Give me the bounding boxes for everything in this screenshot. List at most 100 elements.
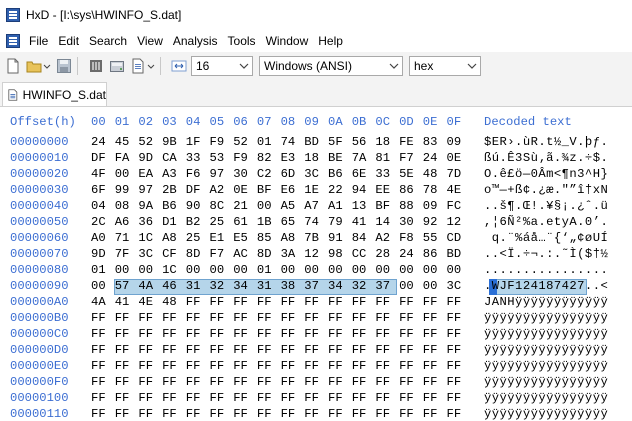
- decoded-text-row[interactable]: o™—+ß¢.¿æ."”î†xN: [484, 183, 608, 197]
- hex-byte[interactable]: FF: [328, 359, 348, 373]
- hex-byte[interactable]: 46: [162, 279, 182, 293]
- hex-byte[interactable]: 3C: [138, 247, 158, 261]
- hex-byte[interactable]: FF: [423, 327, 443, 341]
- hex-byte[interactable]: FF: [186, 391, 206, 405]
- decoded-text-row[interactable]: ÿÿÿÿÿÿÿÿÿÿÿÿÿÿÿÿ: [484, 327, 608, 341]
- hex-byte[interactable]: 00: [423, 279, 443, 293]
- hex-byte[interactable]: 36: [138, 215, 158, 229]
- hex-byte[interactable]: 4A: [91, 295, 111, 309]
- hex-byte[interactable]: 01: [257, 135, 277, 149]
- hex-byte[interactable]: 04: [91, 199, 111, 213]
- hex-byte[interactable]: FF: [257, 311, 277, 325]
- hex-byte[interactable]: 9A: [138, 199, 158, 213]
- decoded-text-row[interactable]: ÿÿÿÿÿÿÿÿÿÿÿÿÿÿÿÿ: [484, 391, 608, 405]
- decoded-text-row[interactable]: ,¦6Ñ²%a.etyA.0’.: [484, 215, 608, 229]
- hex-byte[interactable]: 9B: [162, 135, 182, 149]
- hex-byte[interactable]: 0E: [447, 151, 467, 165]
- hex-byte[interactable]: FF: [447, 391, 467, 405]
- hex-byte[interactable]: FF: [447, 407, 467, 421]
- hex-byte[interactable]: 32: [210, 279, 230, 293]
- charset-select[interactable]: Windows (ANSI): [259, 56, 403, 76]
- hex-byte[interactable]: 7F: [115, 247, 135, 261]
- ram-icon[interactable]: [88, 58, 104, 74]
- hex-byte[interactable]: D1: [162, 215, 182, 229]
- decoded-text-row[interactable]: ÿÿÿÿÿÿÿÿÿÿÿÿÿÿÿÿ: [484, 311, 608, 325]
- hex-byte[interactable]: FF: [423, 343, 443, 357]
- hex-byte[interactable]: FF: [423, 295, 443, 309]
- hex-byte[interactable]: 5F: [328, 135, 348, 149]
- hex-byte[interactable]: 13: [352, 199, 372, 213]
- hex-byte[interactable]: 56: [352, 135, 372, 149]
- hex-byte[interactable]: FF: [138, 391, 158, 405]
- hex-byte[interactable]: 45: [115, 135, 135, 149]
- hex-byte[interactable]: FF: [375, 375, 395, 389]
- hex-byte[interactable]: 48: [162, 295, 182, 309]
- hex-byte[interactable]: FF: [115, 391, 135, 405]
- menu-tools[interactable]: Tools: [223, 30, 261, 52]
- hex-byte[interactable]: FF: [91, 327, 111, 341]
- hex-byte[interactable]: 74: [281, 135, 301, 149]
- hex-byte[interactable]: FF: [186, 295, 206, 309]
- hex-byte[interactable]: 0E: [233, 183, 253, 197]
- hex-byte[interactable]: F7: [399, 151, 419, 165]
- hex-byte[interactable]: 00: [375, 263, 395, 277]
- hex-byte[interactable]: FF: [375, 407, 395, 421]
- hex-byte[interactable]: FF: [375, 391, 395, 405]
- hex-byte[interactable]: CA: [162, 151, 182, 165]
- menu-search[interactable]: Search: [84, 30, 132, 52]
- hex-byte[interactable]: 4E: [447, 183, 467, 197]
- hex-byte[interactable]: 41: [115, 295, 135, 309]
- hex-byte[interactable]: 2B: [162, 183, 182, 197]
- hex-byte[interactable]: FF: [210, 311, 230, 325]
- hex-byte[interactable]: 99: [115, 183, 135, 197]
- hex-byte[interactable]: 00: [399, 279, 419, 293]
- hex-byte[interactable]: FF: [233, 295, 253, 309]
- hex-byte[interactable]: FF: [447, 359, 467, 373]
- hex-byte[interactable]: FF: [91, 407, 111, 421]
- hex-byte[interactable]: FF: [138, 343, 158, 357]
- hex-byte[interactable]: 85: [257, 231, 277, 245]
- hex-byte[interactable]: FF: [352, 343, 372, 357]
- hex-byte[interactable]: FF: [328, 311, 348, 325]
- hex-byte[interactable]: FF: [352, 295, 372, 309]
- hex-byte[interactable]: FF: [257, 295, 277, 309]
- hex-byte[interactable]: AC: [233, 247, 253, 261]
- hex-byte[interactable]: F9: [210, 135, 230, 149]
- decoded-text-row[interactable]: ................: [484, 263, 608, 277]
- hex-byte[interactable]: FF: [186, 343, 206, 357]
- hex-byte[interactable]: FF: [233, 327, 253, 341]
- hex-byte[interactable]: 08: [115, 199, 135, 213]
- hex-byte[interactable]: BF: [257, 183, 277, 197]
- hex-byte[interactable]: 37: [304, 279, 324, 293]
- hex-byte[interactable]: BF: [375, 199, 395, 213]
- hex-byte[interactable]: FF: [447, 343, 467, 357]
- hex-byte[interactable]: FF: [91, 375, 111, 389]
- hex-byte[interactable]: 48: [423, 167, 443, 181]
- hex-byte[interactable]: FF: [115, 407, 135, 421]
- hex-byte[interactable]: FF: [162, 407, 182, 421]
- hex-byte[interactable]: FF: [162, 311, 182, 325]
- hex-byte[interactable]: 00: [186, 263, 206, 277]
- hex-byte[interactable]: FF: [186, 375, 206, 389]
- hex-byte[interactable]: FC: [447, 199, 467, 213]
- hex-byte[interactable]: 1F: [186, 135, 206, 149]
- hex-byte[interactable]: FF: [115, 359, 135, 373]
- hex-byte[interactable]: 33: [375, 167, 395, 181]
- hex-byte[interactable]: FF: [281, 295, 301, 309]
- hex-byte[interactable]: A5: [281, 199, 301, 213]
- hex-byte[interactable]: 1C: [162, 263, 182, 277]
- hex-byte[interactable]: 65: [281, 215, 301, 229]
- decoded-text-row[interactable]: O.ê£ö—0Âm<¶n3^H}: [484, 167, 608, 181]
- hex-byte[interactable]: FF: [281, 327, 301, 341]
- hex-byte[interactable]: FF: [115, 327, 135, 341]
- hex-byte[interactable]: FF: [281, 311, 301, 325]
- hex-byte[interactable]: FF: [304, 327, 324, 341]
- hex-byte[interactable]: CF: [162, 247, 182, 261]
- hex-byte[interactable]: 00: [233, 263, 253, 277]
- hex-byte[interactable]: 7B: [304, 231, 324, 245]
- hex-byte[interactable]: 21: [233, 199, 253, 213]
- hex-byte[interactable]: FF: [233, 359, 253, 373]
- hex-byte[interactable]: FF: [399, 391, 419, 405]
- hex-byte[interactable]: FF: [328, 343, 348, 357]
- hex-byte[interactable]: FF: [423, 359, 443, 373]
